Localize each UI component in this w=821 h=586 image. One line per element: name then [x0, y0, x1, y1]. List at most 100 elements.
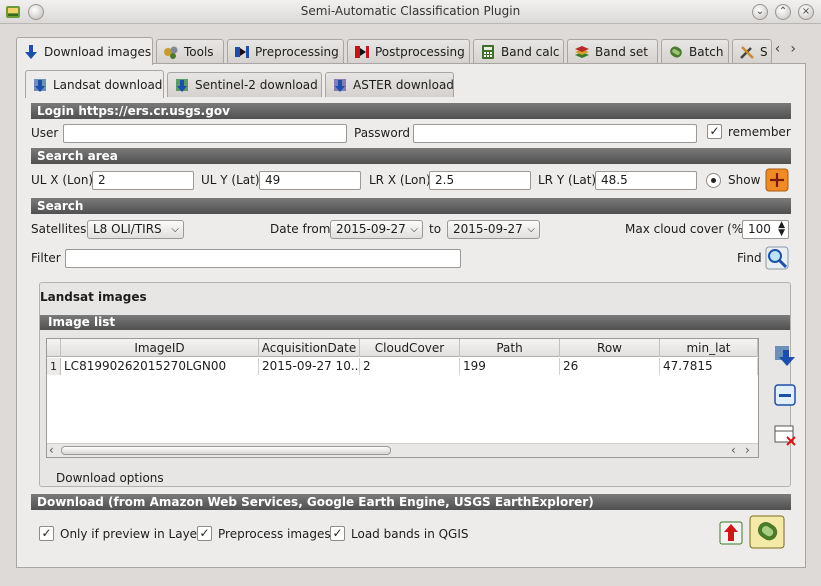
remember-label: remember [728, 125, 791, 139]
tab-tools[interactable]: Tools [156, 39, 224, 64]
remove-row-button[interactable] [773, 383, 797, 407]
tab-download-images[interactable]: Download images [16, 37, 153, 65]
aster-icon [334, 79, 346, 92]
lrx-input[interactable]: 2.5 [429, 171, 531, 190]
landsat-icon [34, 78, 46, 92]
load-bands-label: Load bands in QGIS [351, 527, 469, 541]
satellites-label: Satellites [31, 222, 87, 236]
window-title: Semi-Automatic Classification Plugin [300, 4, 521, 18]
run-download-button[interactable] [749, 515, 785, 549]
main-tab-bar: Download images Tools Preprocessing Post… [16, 37, 806, 65]
band-calc-icon [482, 45, 494, 59]
filter-label: Filter [31, 251, 61, 265]
remember-checkbox[interactable]: ✓ [707, 124, 722, 139]
lry-input[interactable]: 48.5 [595, 171, 697, 190]
download-options-tab[interactable]: Download options [56, 471, 164, 485]
show-radio[interactable] [706, 173, 721, 188]
table-header: ImageID AcquisitionDate CloudCover Path … [47, 339, 758, 357]
preprocess-images-checkbox[interactable]: ✓ [197, 526, 212, 541]
cell-row[interactable]: 26 [560, 358, 660, 375]
settings-icon [740, 46, 754, 59]
cell-path[interactable]: 199 [460, 358, 560, 375]
close-icon: × [801, 6, 811, 17]
clear-table-button[interactable] [773, 423, 797, 447]
scroll-right-icon[interactable]: › [745, 443, 750, 457]
add-area-button[interactable] [765, 168, 789, 192]
find-button[interactable] [765, 246, 789, 270]
chevron-left-icon[interactable]: ‹ [775, 41, 791, 57]
load-bands-checkbox[interactable]: ✓ [330, 526, 345, 541]
tab-band-calc[interactable]: Band calc [473, 39, 564, 64]
column-header-acquisitiondate[interactable]: AcquisitionDate [259, 339, 360, 357]
lry-label: LR Y (Lat) [538, 173, 597, 187]
scrollbar-thumb[interactable] [61, 446, 391, 455]
password-label: Password [354, 126, 411, 140]
chevron-down-icon: ⌵ [410, 224, 418, 235]
tab-landsat-download[interactable]: Landsat download [25, 70, 164, 98]
batch-icon [670, 46, 682, 58]
uly-input[interactable]: 49 [259, 171, 361, 190]
column-header-row[interactable]: Row [560, 339, 660, 357]
ulx-label: UL X (Lon) [31, 173, 94, 187]
tab-settings[interactable]: S [732, 39, 772, 64]
show-label: Show [728, 173, 761, 187]
date-from-label: Date from [270, 222, 331, 236]
password-input[interactable] [413, 124, 697, 143]
row-number: 1 [47, 358, 61, 375]
scroll-left-icon[interactable]: ‹ [49, 443, 54, 457]
date-from-select[interactable]: 2015-09-27 ⌵ [330, 220, 423, 239]
tab-scroll-arrows[interactable]: ‹› [775, 41, 806, 57]
tools-icon [164, 46, 178, 59]
tab-postprocessing[interactable]: Postprocessing [347, 39, 470, 64]
column-header-cloudcover[interactable]: CloudCover [360, 339, 460, 357]
download-images-panel: Landsat download Sentinel-2 download AST… [16, 63, 806, 568]
landsat-images-title: Landsat images [40, 290, 147, 304]
cell-min-lat[interactable]: 47.7815 [660, 358, 758, 375]
user-input[interactable] [63, 124, 347, 143]
close-button[interactable]: × [798, 4, 814, 20]
filter-input[interactable] [65, 249, 461, 268]
chevron-down-icon: ⌵ [527, 224, 535, 235]
image-list-header: Image list [40, 315, 790, 330]
tab-sentinel-2-download[interactable]: Sentinel-2 download [167, 72, 322, 97]
maximize-button[interactable]: ⌃ [775, 4, 791, 20]
cell-acquisitiondate[interactable]: 2015-09-27 10... [259, 358, 360, 375]
tab-aster-download[interactable]: ASTER download [325, 72, 454, 97]
tab-band-set[interactable]: Band set [567, 39, 658, 64]
column-header-imageid[interactable]: ImageID [61, 339, 259, 357]
lrx-label: LR X (Lon) [369, 173, 431, 187]
satellites-select[interactable]: L8 OLI/TIRS ⌵ [87, 220, 184, 239]
preprocess-images-label: Preprocess images [218, 527, 331, 541]
download-preview-button[interactable] [773, 343, 797, 367]
chevron-up-icon: ⌃ [778, 6, 788, 17]
login-section-header: Login https://ers.cr.usgs.gov [31, 103, 791, 119]
landsat-images-group: Landsat images Image list ImageID Acquis… [39, 282, 796, 487]
max-cloud-spinbox[interactable]: 100 ▲ ▼ [742, 220, 789, 239]
search-section-header: Search [31, 198, 791, 214]
plugin-window: Semi-Automatic Classification Plugin ⌄ ⌃… [0, 0, 821, 586]
max-cloud-label: Max cloud cover (%) [625, 222, 748, 236]
scroll-left-icon-2[interactable]: ‹ [731, 443, 736, 457]
ulx-input[interactable]: 2 [92, 171, 194, 190]
cell-imageid[interactable]: LC81990262015270LGN00 [61, 358, 259, 375]
minimize-button[interactable]: ⌄ [752, 4, 768, 20]
only-preview-checkbox[interactable]: ✓ [39, 526, 54, 541]
date-to-select[interactable]: 2015-09-27 ⌵ [447, 220, 540, 239]
only-preview-label: Only if preview in Layers [60, 527, 209, 541]
tab-preprocessing[interactable]: Preprocessing [227, 39, 344, 64]
chevron-right-icon[interactable]: › [790, 41, 806, 57]
image-list-table[interactable]: ImageID AcquisitionDate CloudCover Path … [46, 338, 759, 458]
chevron-down-icon: ⌄ [755, 6, 765, 17]
tab-batch[interactable]: Batch [661, 39, 729, 64]
download-section-header: Download (from Amazon Web Services, Goog… [31, 494, 791, 510]
band-set-icon [575, 46, 589, 58]
uly-label: UL Y (Lat) [201, 173, 260, 187]
export-links-button[interactable] [719, 521, 743, 545]
spin-arrows-icon[interactable]: ▲ ▼ [778, 221, 785, 238]
chevron-down-icon: ⌵ [171, 224, 179, 235]
column-header-min-lat[interactable]: min_lat [660, 339, 758, 357]
cell-cloudcover[interactable]: 2 [360, 358, 460, 375]
column-header-path[interactable]: Path [460, 339, 560, 357]
table-corner [47, 339, 61, 357]
horizontal-scrollbar[interactable]: ‹ ‹ › [47, 443, 758, 457]
